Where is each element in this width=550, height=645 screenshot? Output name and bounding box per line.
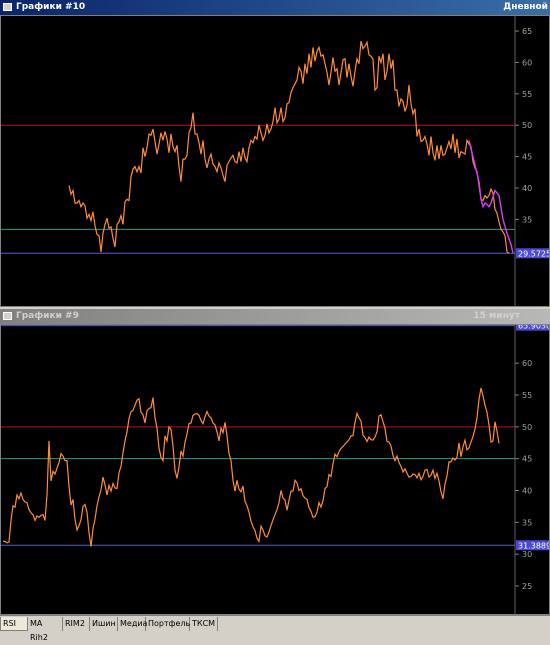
tab-6[interactable]: ТКСМ xyxy=(190,617,218,631)
axis-tick-label: 55 xyxy=(522,391,532,400)
window-icon xyxy=(3,3,12,11)
axis-tick-label: 60 xyxy=(522,58,532,67)
tab-4[interactable]: Медиа xyxy=(118,617,147,631)
timeframe-label: 15 минут xyxy=(473,311,520,321)
series-line xyxy=(68,40,510,254)
tab-1[interactable]: MA Rih2 xyxy=(28,617,63,642)
rsi-chart-pane[interactable]: 60 55 50 45 40 35 30 25 65.9030 31.3889 xyxy=(0,324,550,615)
window-icon xyxy=(3,312,12,320)
price-tag-label: 31.3889 xyxy=(518,541,549,550)
chart-window-9[interactable]: Графики #9 15 минут 60 55 50 45 40 35 30 25 65.9… xyxy=(0,309,550,615)
axis-tick-label: 35 xyxy=(522,518,532,527)
timeframe-label: Дневной xyxy=(503,2,548,12)
price-tag-label: 29.5725 xyxy=(518,249,549,258)
tab-3[interactable]: Ишин xyxy=(90,617,118,631)
axis-tick-label: 40 xyxy=(522,487,532,496)
rsi-chart: 60 55 50 45 40 35 30 25 65.9030 31.3889 xyxy=(1,325,549,614)
window-title-bar[interactable]: Графики #10 Дневной xyxy=(0,0,550,15)
workspace-tab-bar: RSI MA Rih2 RIM2 Ишин Медиа Портфель ТКСМ xyxy=(0,615,550,642)
axis-tick-label: 35 xyxy=(522,215,532,224)
tab-5[interactable]: Портфель xyxy=(146,617,190,631)
axis-tick-label: 65 xyxy=(522,27,532,36)
series-line xyxy=(3,387,500,547)
axis-tick-label: 50 xyxy=(522,121,532,130)
axis-tick-label: 55 xyxy=(522,90,532,99)
axis-tick-label: 50 xyxy=(522,423,532,432)
price-chart: 65 60 55 50 45 40 35 29.5725 xyxy=(1,16,549,306)
window-title-bar[interactable]: Графики #9 15 минут xyxy=(0,309,550,324)
window-title: Графики #10 xyxy=(16,2,86,12)
axis-tick-label: 30 xyxy=(522,550,532,559)
axis-tick-label: 60 xyxy=(522,359,532,368)
tab-0[interactable]: RSI xyxy=(0,617,28,631)
axis-tick-label: 45 xyxy=(522,455,532,464)
window-title: Графики #9 xyxy=(16,311,79,321)
price-tag-label: 65.9030 xyxy=(518,325,549,331)
axis-tick-label: 40 xyxy=(522,184,532,193)
chart-window-10[interactable]: Графики #10 Дневной 65 60 55 50 45 40 35 29.572… xyxy=(0,0,550,307)
overlay-line xyxy=(468,140,514,254)
axis-tick-label: 25 xyxy=(522,582,532,591)
axis-tick-label: 45 xyxy=(522,153,532,162)
price-chart-pane[interactable]: 65 60 55 50 45 40 35 29.5725 xyxy=(0,15,550,307)
tab-2[interactable]: RIM2 xyxy=(63,617,90,631)
